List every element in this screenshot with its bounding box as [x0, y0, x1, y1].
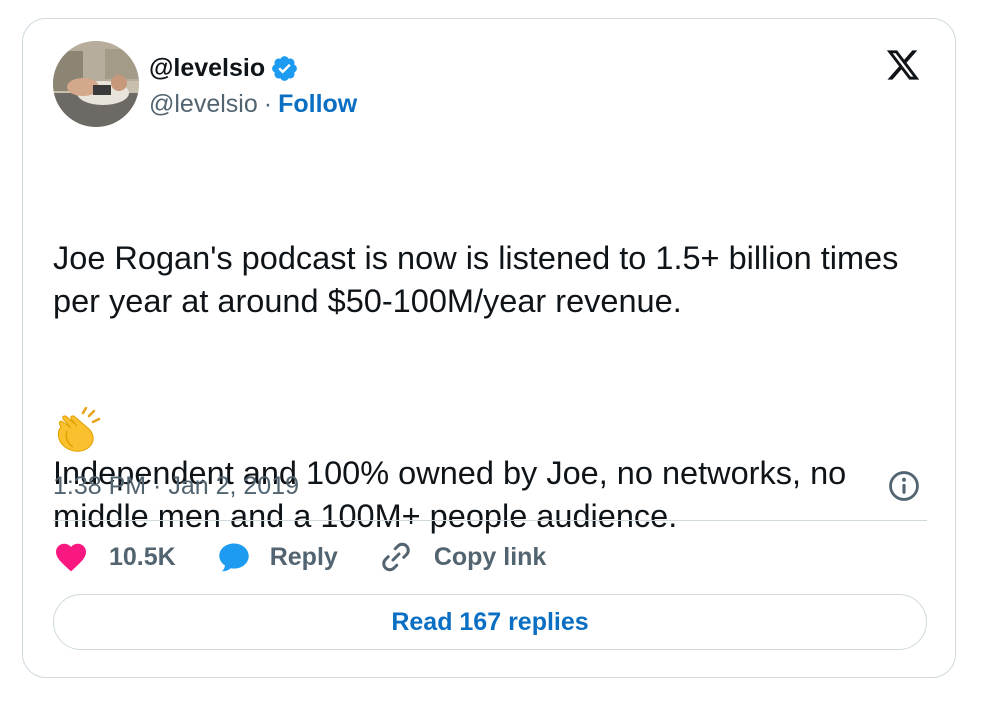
copy-link-button[interactable]: Copy link [378, 539, 547, 575]
like-count: 10.5K [109, 542, 176, 571]
read-replies-button[interactable]: Read 167 replies [53, 594, 927, 650]
tweet-text: Joe Rogan's podcast is now is listened t… [53, 151, 933, 667]
info-icon[interactable] [887, 469, 921, 503]
copy-link-label: Copy link [433, 542, 547, 571]
action-bar: 10.5K Reply Copy link [53, 537, 586, 577]
reply-label: Reply [269, 542, 338, 571]
tweet-timestamp[interactable]: 1:38 PM · Jan 2, 2019 [53, 471, 299, 501]
heart-icon [56, 543, 86, 572]
author-name-row: @levelsio [149, 53, 299, 83]
handle[interactable]: @levelsio [149, 89, 258, 119]
verified-badge-icon [272, 55, 297, 81]
reply-button[interactable]: Reply [216, 539, 338, 575]
handle-row: @levelsio · Follow [149, 89, 357, 119]
follow-button[interactable]: Follow [278, 89, 357, 119]
clapping-hands-icon [57, 407, 101, 452]
display-name[interactable]: @levelsio [149, 53, 265, 83]
reply-bubble-icon [219, 543, 249, 572]
link-icon [382, 542, 410, 572]
tweet-card: @levelsio @levelsio · Follow Joe Rogan's… [22, 18, 956, 678]
like-button[interactable]: 10.5K [53, 539, 176, 575]
avatar[interactable] [53, 41, 139, 127]
tweet-paragraph-1: Joe Rogan's podcast is now is listened t… [53, 240, 908, 319]
separator: · [263, 90, 273, 118]
x-logo-icon[interactable] [885, 47, 921, 83]
divider [53, 520, 927, 521]
